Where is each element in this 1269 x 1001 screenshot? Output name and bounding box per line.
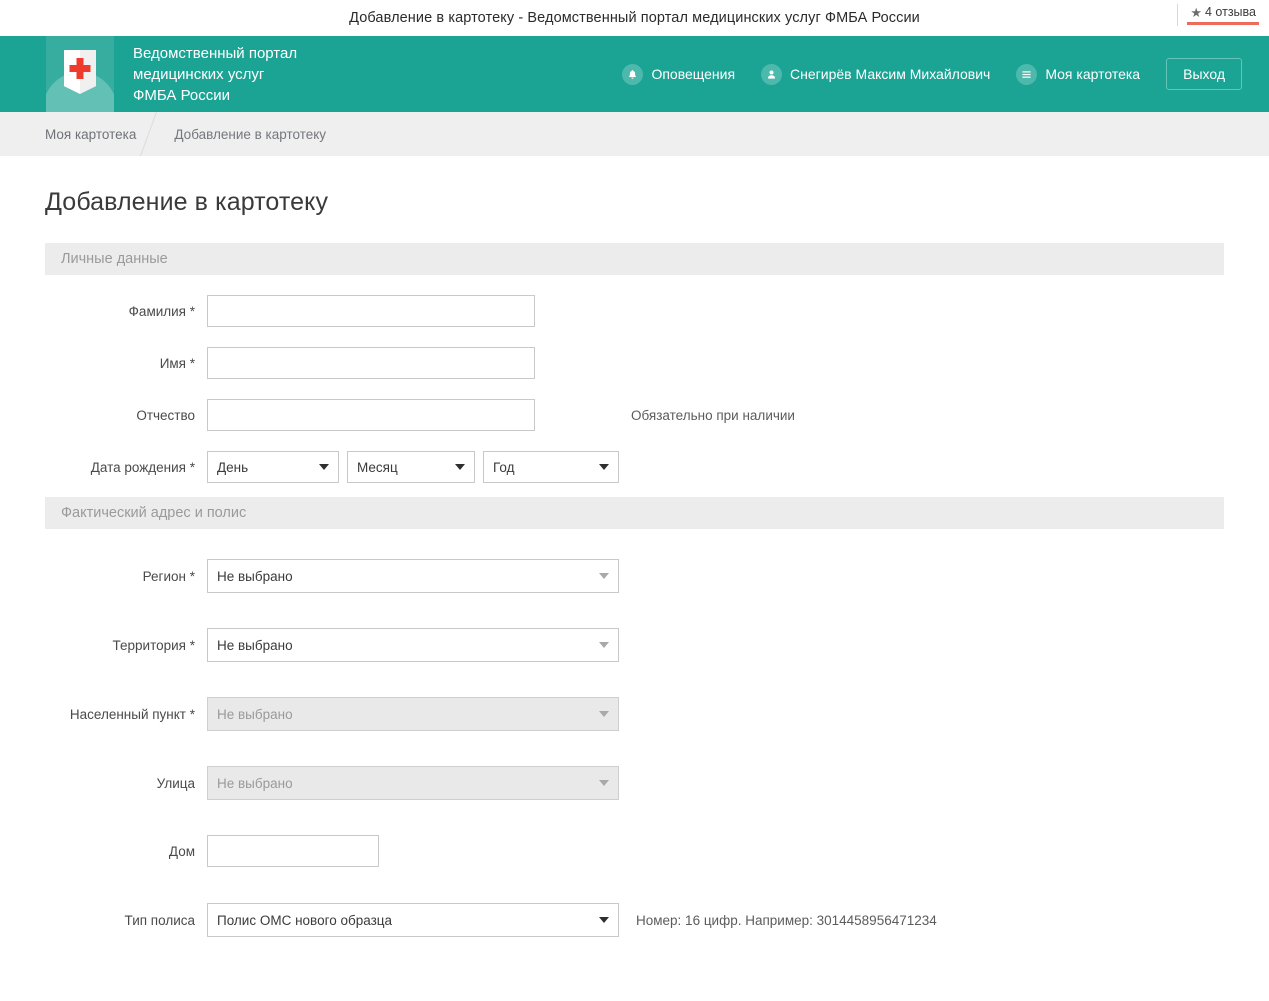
field-row-house: Дом bbox=[45, 835, 1224, 867]
brand-title: Ведомственный портал медицинских услуг Ф… bbox=[133, 43, 297, 106]
region-select-value: Не выбрано bbox=[217, 568, 293, 584]
hint-policy-number: Номер: 16 цифр. Например: 30144589564712… bbox=[636, 912, 937, 928]
star-icon: ★ bbox=[1190, 4, 1202, 20]
reviews-badge[interactable]: ★ 4 отзыва bbox=[1187, 5, 1259, 25]
chevron-down-icon bbox=[599, 711, 609, 717]
region-select[interactable]: Не выбрано bbox=[207, 559, 619, 593]
street-select-value: Не выбрано bbox=[217, 775, 293, 791]
brand-title-line-1: Ведомственный портал bbox=[133, 44, 298, 62]
browser-title-text: Добавление в картотеку - Ведомственный п… bbox=[349, 10, 920, 26]
toolbar-divider bbox=[1177, 4, 1178, 26]
label-patronymic: Отчество bbox=[136, 407, 195, 423]
patronymic-input[interactable] bbox=[207, 399, 535, 431]
birthdate-day-select[interactable]: День bbox=[207, 451, 339, 483]
field-row-surname: Фамилия * bbox=[45, 295, 1224, 327]
label-policy-type: Тип полиса bbox=[124, 912, 195, 928]
label-surname: Фамилия * bbox=[128, 303, 195, 319]
section-header-address: Фактический адрес и полис bbox=[45, 497, 1224, 529]
nav-item-my-cardfile-label: Моя картотека bbox=[1045, 66, 1141, 82]
territory-select[interactable]: Не выбрано bbox=[207, 628, 619, 662]
locality-select: Не выбрано bbox=[207, 697, 619, 731]
field-row-birthdate: Дата рождения * День Месяц Год bbox=[45, 451, 1224, 483]
policy-type-select-value: Полис ОМС нового образца bbox=[217, 912, 392, 928]
birthdate-year-select[interactable]: Год bbox=[483, 451, 619, 483]
chevron-down-icon bbox=[599, 464, 609, 470]
brand-title-line-2: медицинских услуг bbox=[133, 65, 265, 83]
breadcrumb-item-current: Добавление в картотеку bbox=[174, 126, 327, 142]
header-navigation: Оповещения Снегирёв Максим Михайлович Мо… bbox=[596, 36, 1242, 112]
chevron-down-icon bbox=[599, 642, 609, 648]
page-content: Добавление в картотеку Личные данные Фам… bbox=[0, 188, 1269, 937]
label-territory: Территория * bbox=[112, 637, 195, 653]
firstname-input[interactable] bbox=[207, 347, 535, 379]
field-row-patronymic: Отчество Обязательно при наличии bbox=[45, 399, 1224, 431]
reviews-badge-label: 4 отзыва bbox=[1205, 5, 1256, 19]
label-firstname: Имя * bbox=[159, 355, 195, 371]
site-header: Ведомственный портал медицинских услуг Ф… bbox=[0, 36, 1269, 112]
page-title: Добавление в картотеку bbox=[45, 188, 329, 216]
label-house: Дом bbox=[168, 843, 195, 859]
territory-select-value: Не выбрано bbox=[217, 637, 293, 653]
brand-title-line-3: ФМБА России bbox=[133, 86, 231, 104]
breadcrumb: Моя картотека Добавление в картотеку bbox=[0, 112, 1269, 156]
street-select: Не выбрано bbox=[207, 766, 619, 800]
breadcrumb-separator-icon bbox=[136, 112, 174, 156]
field-row-firstname: Имя * bbox=[45, 347, 1224, 379]
hint-patronymic: Обязательно при наличии bbox=[631, 407, 795, 423]
chevron-down-icon bbox=[319, 464, 329, 470]
surname-input[interactable] bbox=[207, 295, 535, 327]
chevron-down-icon bbox=[599, 573, 609, 579]
birthdate-year-value: Год bbox=[493, 459, 515, 475]
label-locality: Населенный пункт * bbox=[69, 706, 195, 722]
house-input[interactable] bbox=[207, 835, 379, 867]
bell-icon bbox=[622, 63, 644, 85]
field-row-region: Регион * Не выбрано bbox=[45, 559, 1224, 593]
birthdate-month-select[interactable]: Месяц bbox=[347, 451, 475, 483]
nav-item-my-cardfile[interactable]: Моя картотека bbox=[1016, 63, 1141, 85]
red-cross-icon-bar bbox=[69, 65, 91, 72]
chevron-down-icon bbox=[599, 917, 609, 923]
field-row-territory: Территория * Не выбрано bbox=[45, 628, 1224, 662]
label-street: Улица bbox=[156, 775, 195, 791]
birthdate-day-value: День bbox=[217, 459, 249, 475]
browser-title-bar: Добавление в картотеку - Ведомственный п… bbox=[0, 0, 1269, 36]
field-row-policy-type: Тип полиса Полис ОМС нового образца Номе… bbox=[45, 903, 1224, 937]
birthdate-month-value: Месяц bbox=[357, 459, 398, 475]
nav-item-notifications-label: Оповещения bbox=[651, 66, 736, 82]
chevron-down-icon bbox=[599, 780, 609, 786]
section-header-personal: Личные данные bbox=[45, 243, 1224, 275]
nav-item-notifications[interactable]: Оповещения bbox=[622, 63, 736, 85]
label-region: Регион * bbox=[142, 568, 195, 584]
logout-button[interactable]: Выход bbox=[1166, 58, 1242, 90]
brand-block[interactable]: Ведомственный портал медицинских услуг Ф… bbox=[46, 36, 297, 112]
field-row-street: Улица Не выбрано bbox=[45, 766, 1224, 800]
locality-select-value: Не выбрано bbox=[217, 706, 293, 722]
logo-icon bbox=[46, 36, 114, 112]
list-icon bbox=[1016, 63, 1038, 85]
user-icon bbox=[761, 63, 783, 85]
nav-item-user[interactable]: Снегирёв Максим Михайлович bbox=[761, 63, 991, 85]
policy-type-select[interactable]: Полис ОМС нового образца bbox=[207, 903, 619, 937]
chevron-down-icon bbox=[455, 464, 465, 470]
breadcrumb-item-my-cardfile[interactable]: Моя картотека bbox=[45, 127, 136, 142]
field-row-locality: Населенный пункт * Не выбрано bbox=[45, 697, 1224, 731]
nav-item-user-label: Снегирёв Максим Михайлович bbox=[790, 66, 991, 82]
label-birthdate: Дата рождения * bbox=[90, 459, 195, 475]
